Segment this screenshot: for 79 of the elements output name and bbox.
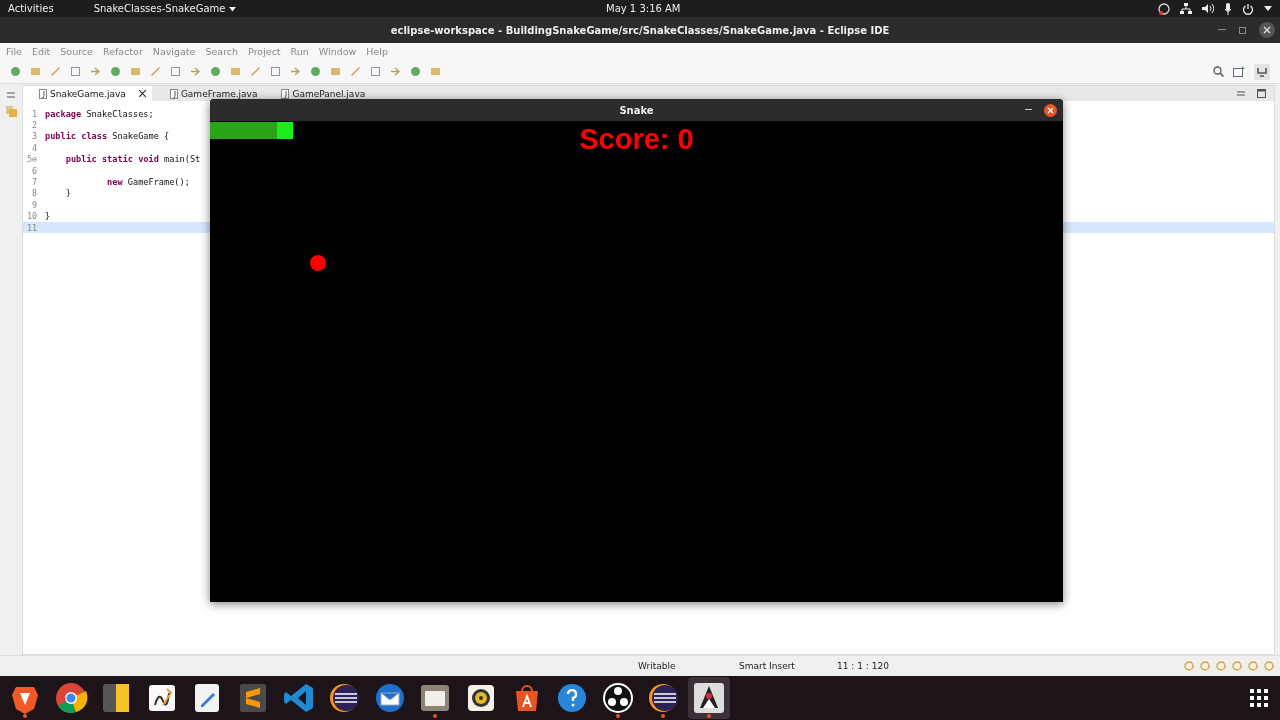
status-text: Smart Insert	[739, 661, 796, 671]
score-text: Score: 0	[579, 123, 694, 156]
apple-drawing	[310, 255, 326, 271]
line-number: 2	[30, 120, 38, 131]
status-text: 11 : 1 : 120	[837, 661, 890, 671]
search-icon[interactable]	[1213, 66, 1224, 77]
toolbar-icon[interactable]	[90, 66, 101, 77]
menu-item[interactable]: Project	[248, 46, 281, 57]
caret-icon[interactable]	[1264, 6, 1272, 11]
volume-icon[interactable]	[1202, 3, 1214, 14]
editor-tab[interactable]: GamePanel.java	[265, 86, 372, 101]
toolbar-icon[interactable]	[110, 66, 121, 77]
java-file-icon	[39, 88, 47, 99]
toolbar-icon[interactable]	[310, 66, 321, 77]
java-file-icon	[169, 88, 178, 99]
menu-item[interactable]: Run	[290, 46, 309, 57]
status-text: Writable	[638, 661, 677, 671]
menu-item[interactable]: File	[6, 46, 22, 57]
clock[interactable]: May 1 3:16 AM	[606, 3, 681, 14]
app-menu[interactable]: SnakeClasses-SnakeGame	[93, 3, 237, 14]
toolbar-icon[interactable]	[50, 66, 61, 77]
editor-tab[interactable]: GameFrame.java	[153, 86, 264, 101]
close-icon[interactable]	[138, 90, 146, 97]
java-perspective-icon[interactable]	[1254, 63, 1270, 80]
network-icon[interactable]	[1180, 3, 1192, 14]
menu-item[interactable]: Window	[318, 46, 357, 57]
line-number: 11	[25, 222, 38, 233]
toolbar-icon[interactable]	[410, 66, 421, 77]
caret-icon[interactable]	[229, 7, 237, 12]
line-number: 6	[30, 165, 38, 176]
minimize-icon[interactable]	[1218, 29, 1226, 31]
toolbar-icon[interactable]	[190, 66, 201, 77]
activities-button[interactable]: Activities	[8, 3, 54, 14]
close-icon[interactable]	[1044, 103, 1057, 117]
code-line: }	[64, 188, 71, 199]
update-icon[interactable]	[1158, 2, 1170, 15]
line-number: 8	[30, 188, 38, 199]
app-grid-icon[interactable]	[1250, 689, 1268, 707]
toolbar-icon[interactable]	[210, 66, 221, 77]
line-number: 5⊖	[25, 154, 38, 165]
close-icon[interactable]	[1259, 22, 1275, 38]
power-icon[interactable]	[1242, 2, 1254, 15]
menu-item[interactable]: Source	[60, 46, 93, 57]
window-title: Snake	[619, 104, 654, 116]
toolbar-icon[interactable]	[250, 66, 261, 77]
toolbar-icon[interactable]	[170, 66, 181, 77]
menu-item[interactable]: Help	[366, 46, 388, 57]
line-number: 10	[25, 211, 38, 222]
toolbar-icon[interactable]	[350, 66, 361, 77]
window-title: eclipse-workspace - BuildingSnakeGame/src/SnakeClasses/SnakeGame.java - Eclipse IDE	[390, 24, 890, 36]
menu-item[interactable]: Edit	[31, 46, 51, 57]
line-number: 4	[30, 142, 38, 153]
perspective-icon[interactable]	[1233, 66, 1245, 77]
menu-item[interactable]: Navigate	[152, 46, 196, 57]
restore-icon[interactable]	[7, 91, 15, 99]
line-number: 7	[30, 177, 38, 188]
code-line: package SnakeClasses;	[45, 108, 154, 119]
code-line: }	[45, 211, 51, 222]
line-number: 3	[30, 131, 38, 142]
menu-item[interactable]: Search	[205, 46, 239, 57]
code-line: new GameFrame();	[106, 177, 190, 188]
toolbar-icon[interactable]	[10, 66, 21, 77]
code-line: public static void main(St	[64, 154, 201, 165]
line-number: 9	[30, 199, 38, 210]
minimize-icon[interactable]	[1025, 109, 1032, 111]
toolbar-icon[interactable]	[150, 66, 161, 77]
java-file-icon	[281, 88, 290, 99]
maximize-icon[interactable]	[1257, 89, 1266, 98]
maximize-icon[interactable]	[1239, 26, 1246, 34]
toolbar-icon[interactable]	[270, 66, 281, 77]
toolbar-icon[interactable]	[390, 66, 401, 77]
menu-item[interactable]: Refactor	[102, 46, 143, 57]
microphone-icon[interactable]	[1224, 2, 1232, 15]
code-line: public class SnakeGame {	[45, 131, 170, 142]
editor-tab[interactable]: SnakeGame.java	[23, 86, 152, 101]
toolbar-icon[interactable]	[70, 66, 81, 77]
toolbar-icon[interactable]	[290, 66, 301, 77]
line-number: 1	[30, 108, 38, 119]
toolbar-icon[interactable]	[370, 66, 381, 77]
